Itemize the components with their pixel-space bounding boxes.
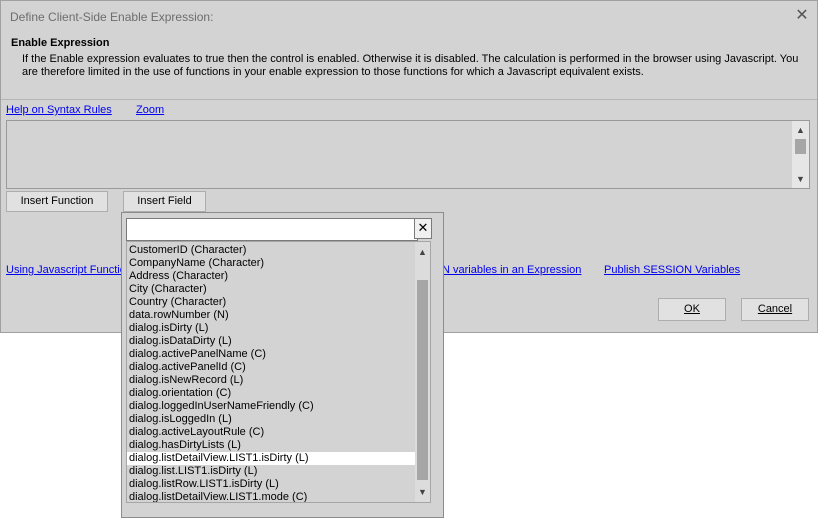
field-list[interactable]: CustomerID (Character) CompanyName (Chara…: [126, 241, 431, 503]
help-syntax-link[interactable]: Help on Syntax Rules: [6, 104, 112, 116]
field-list-item[interactable]: data.rowNumber (N): [127, 309, 416, 322]
field-list-item[interactable]: dialog.listRow.LIST1.isDirty (L): [127, 478, 416, 491]
field-list-item[interactable]: dialog.listDetailView.LIST1.mode (C): [127, 491, 416, 502]
field-list-item[interactable]: dialog.hasDirtyLists (L): [127, 439, 416, 452]
clear-search-icon[interactable]: ✕: [414, 218, 432, 239]
using-js-functions-link[interactable]: Using Javascript Functio: [6, 264, 126, 276]
scroll-thumb[interactable]: [417, 280, 428, 480]
scroll-thumb[interactable]: [795, 139, 806, 154]
ok-button-label: OK: [684, 303, 700, 315]
field-list-item[interactable]: dialog.loggedInUserNameFriendly (C): [127, 400, 416, 413]
scroll-down-icon[interactable]: ▼: [792, 172, 809, 186]
field-list-item[interactable]: dialog.list.LIST1.isDirty (L): [127, 465, 416, 478]
field-list-item[interactable]: CustomerID (Character): [127, 244, 416, 257]
zoom-link[interactable]: Zoom: [136, 104, 164, 116]
field-list-item[interactable]: dialog.activePanelName (C): [127, 348, 416, 361]
field-list-item[interactable]: dialog.activePanelId (C): [127, 361, 416, 374]
expression-editor[interactable]: ▲ ▼: [6, 120, 810, 189]
field-list-item[interactable]: dialog.isDirty (L): [127, 322, 416, 335]
cancel-button[interactable]: Cancel: [741, 298, 809, 321]
field-list-item[interactable]: City (Character): [127, 283, 416, 296]
field-list-item[interactable]: dialog.isLoggedIn (L): [127, 413, 416, 426]
section-title: Enable Expression: [11, 37, 110, 49]
close-icon[interactable]: ✕: [793, 7, 811, 25]
insert-field-popup: ✕ CustomerID (Character) CompanyName (Cha…: [121, 212, 444, 518]
field-list-item[interactable]: dialog.activeLayoutRule (C): [127, 426, 416, 439]
expression-scrollbar[interactable]: ▲ ▼: [792, 121, 809, 188]
section-description: If the Enable expression evaluates to tr…: [22, 53, 799, 78]
publish-session-vars-link[interactable]: Publish SESSION Variables: [604, 264, 740, 276]
field-list-item[interactable]: dialog.isDataDirty (L): [127, 335, 416, 348]
field-list-item[interactable]: CompanyName (Character): [127, 257, 416, 270]
field-list-scrollbar[interactable]: ▲ ▼: [415, 242, 430, 502]
field-list-item[interactable]: Address (Character): [127, 270, 416, 283]
cancel-button-label: Cancel: [757, 303, 793, 315]
ok-button[interactable]: OK: [658, 298, 726, 321]
session-vars-expression-link[interactable]: N variables in an Expression: [442, 264, 581, 276]
field-list-item[interactable]: dialog.isNewRecord (L): [127, 374, 416, 387]
field-list-item[interactable]: dialog.orientation (C): [127, 387, 416, 400]
scroll-down-icon[interactable]: ▼: [415, 485, 430, 499]
field-list-item[interactable]: Country (Character): [127, 296, 416, 309]
header-panel: Enable Expression If the Enable expressi…: [1, 31, 817, 100]
field-search-input[interactable]: [126, 218, 418, 241]
scroll-up-icon[interactable]: ▲: [415, 245, 430, 259]
title-bar: Define Client-Side Enable Expression: ✕: [1, 1, 817, 31]
scroll-up-icon[interactable]: ▲: [792, 123, 809, 137]
insert-function-button[interactable]: Insert Function: [6, 191, 108, 212]
window-title: Define Client-Side Enable Expression:: [10, 10, 214, 24]
field-list-item[interactable]: dialog.listDetailView.LIST1.isDirty (L): [127, 452, 416, 465]
insert-field-button[interactable]: Insert Field: [123, 191, 206, 212]
